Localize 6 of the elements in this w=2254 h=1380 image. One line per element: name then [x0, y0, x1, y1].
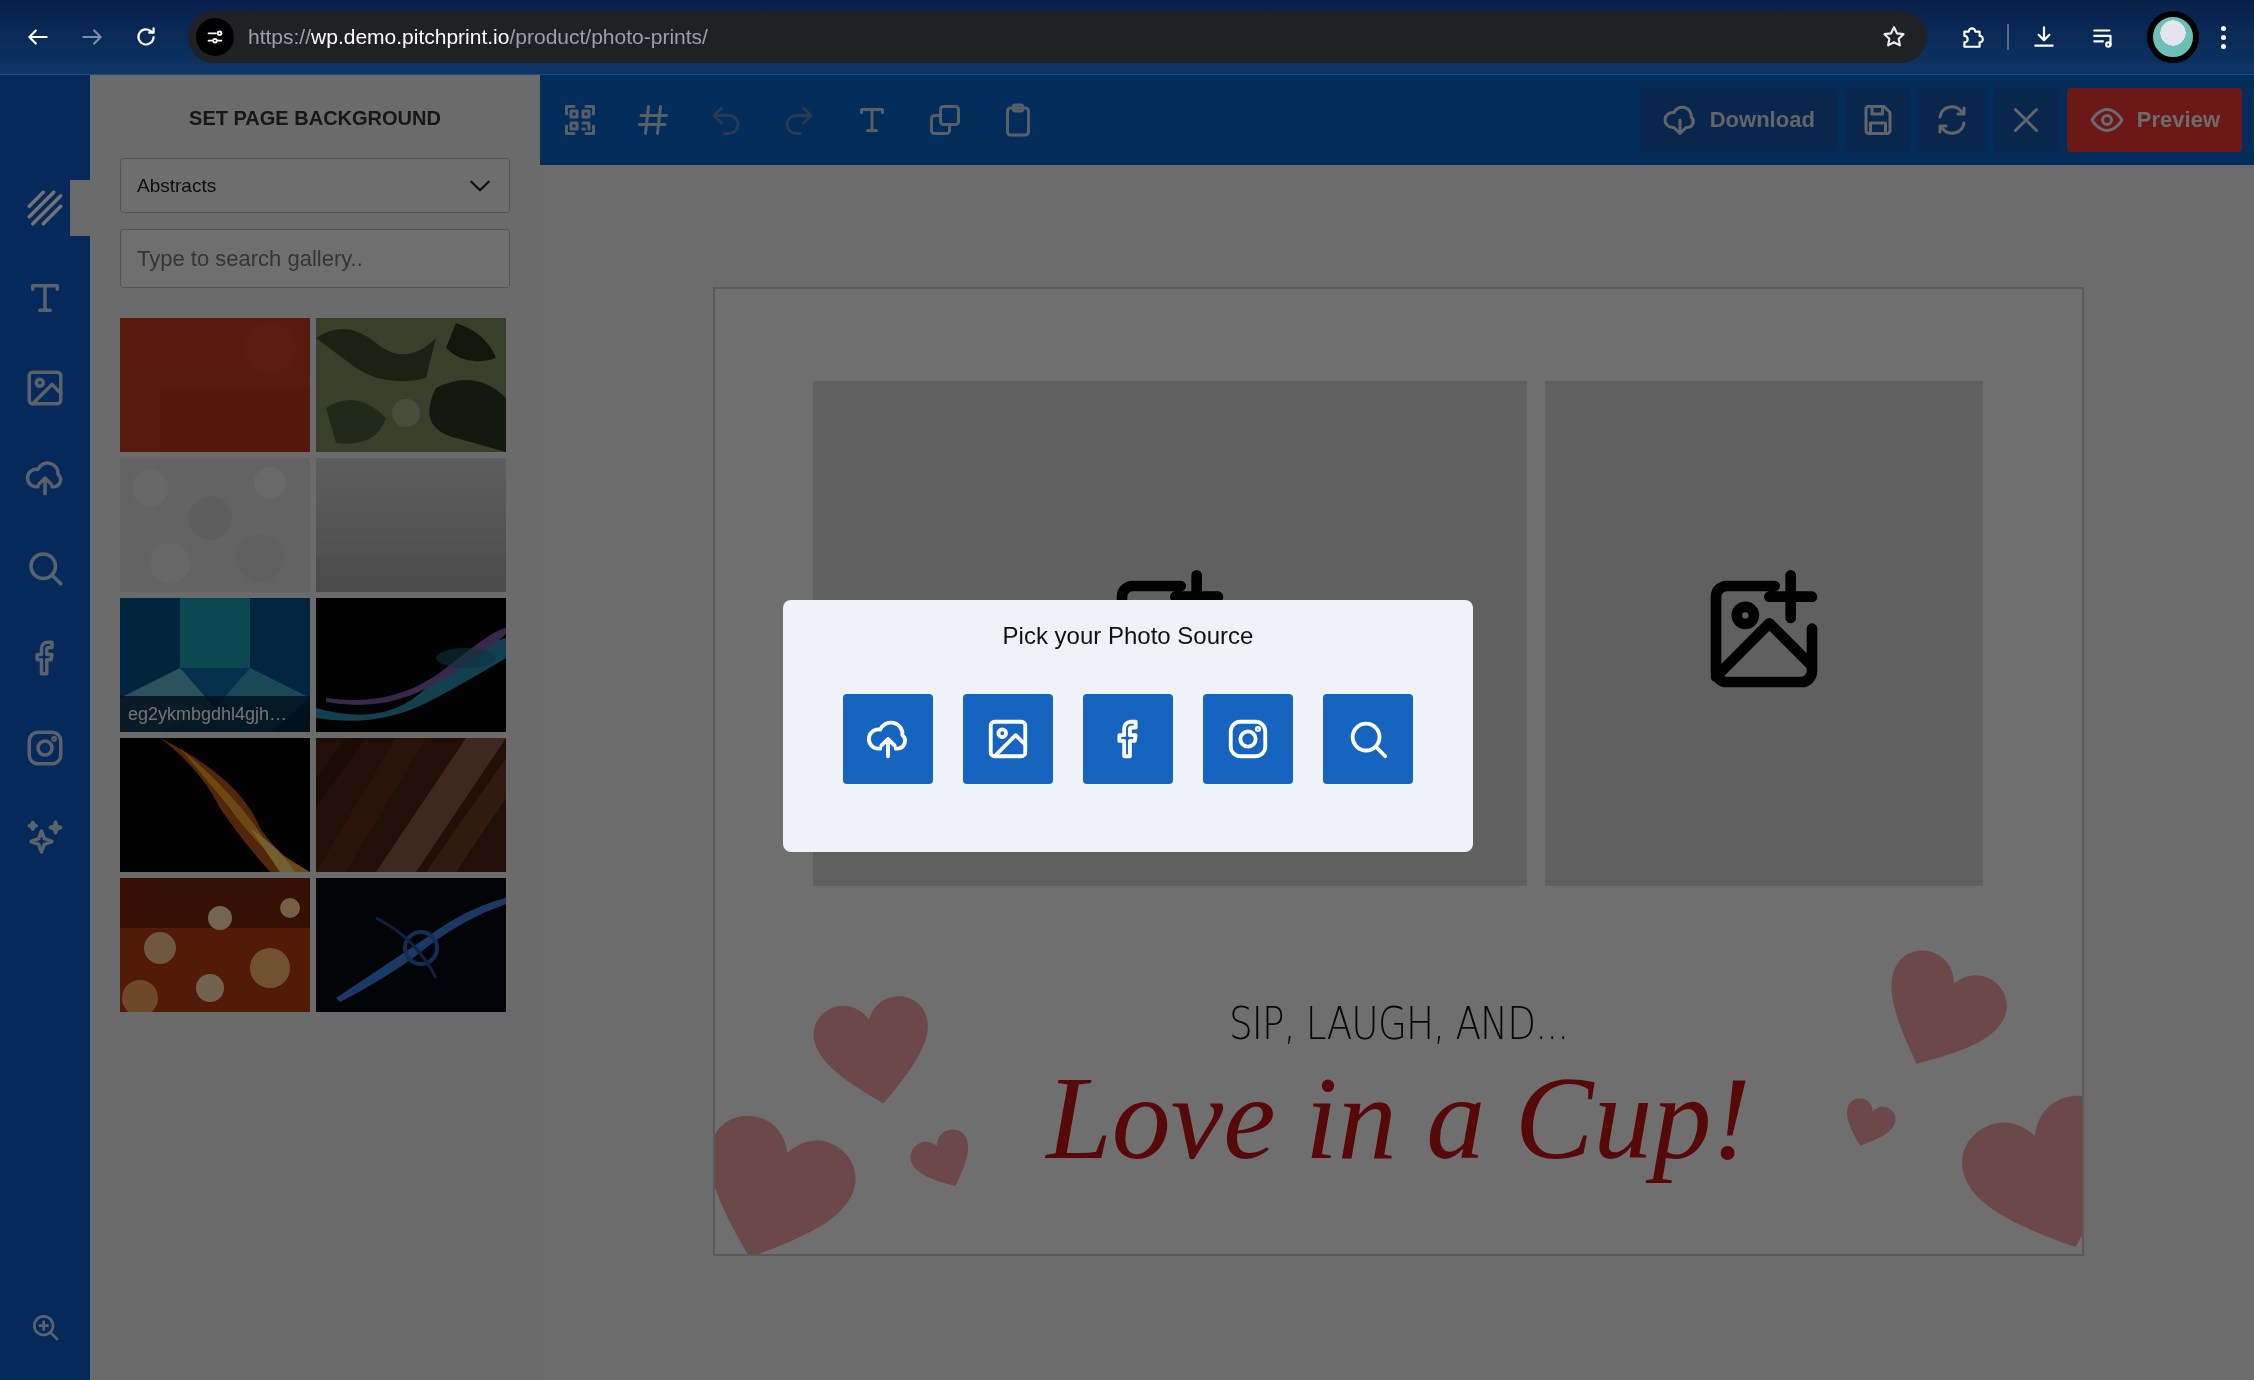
thumbnail-caption: eg2ykmbgdhl4gjh… [120, 696, 310, 732]
tagline-text: SIP, LAUGH, AND... [1228, 998, 1569, 1049]
headline-text: Love in a Cup! [1046, 1052, 1751, 1186]
url-text: https://wp.demo.pitchprint.io/product/photo-prints/ [248, 25, 709, 49]
dialog-title: Pick your Photo Source [1002, 622, 1254, 650]
panel-title: SET PAGE BACKGROUND [188, 107, 442, 130]
